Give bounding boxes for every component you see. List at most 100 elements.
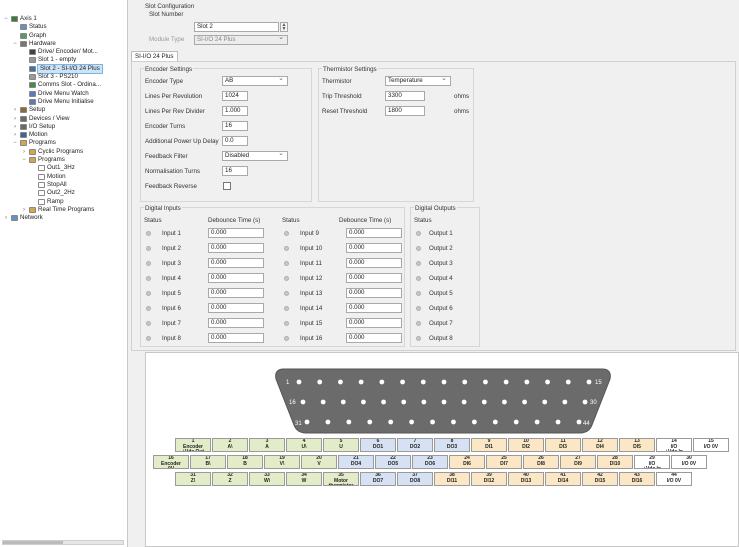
input-name: Input 11: [300, 260, 322, 267]
tree-item[interactable]: › I/O Setup: [0, 123, 127, 131]
tree-item[interactable]: Graph: [0, 32, 127, 40]
tree-item[interactable]: Slot 1 - empty: [0, 56, 127, 64]
debounce-time-input[interactable]: 0.000: [208, 318, 264, 328]
tree-horizontal-scrollbar[interactable]: [2, 540, 124, 545]
tree-item[interactable]: Comms Slot - Ordina...: [0, 81, 127, 89]
tree-item[interactable]: Drive/ Encoder/ Mot...: [0, 48, 127, 56]
debounce-time-input[interactable]: 0.000: [208, 243, 264, 253]
expand-icon[interactable]: ›: [12, 115, 18, 123]
debounce-time-input[interactable]: 0.000: [208, 288, 264, 298]
input-name: Input 12: [300, 275, 323, 282]
pin-function: A: [265, 443, 269, 450]
debounce-time-input[interactable]: 0.000: [208, 333, 264, 343]
encoder-dropdown[interactable]: AB: [222, 76, 288, 86]
debounce-time-input[interactable]: 0.000: [346, 333, 402, 343]
pin-function: DO5: [387, 460, 399, 467]
debounce-time-input[interactable]: 0.000: [208, 258, 264, 268]
input-status-led: [146, 231, 151, 236]
pin-function: Encoder +Vdc Out: [182, 443, 204, 451]
module-type-label: Module Type: [149, 36, 185, 43]
expand-icon[interactable]: ›: [12, 123, 18, 131]
pin-cell: 4 U\: [286, 438, 322, 452]
connector-pin: [462, 379, 468, 385]
encoder-input[interactable]: 16: [222, 121, 248, 131]
connector-pin: [545, 379, 550, 385]
tree-item[interactable]: Drive Menu Watch: [0, 90, 127, 98]
tree-item[interactable]: › Devices / View: [0, 115, 127, 123]
output-name: Output 7: [429, 320, 453, 327]
collapse-icon[interactable]: −: [12, 139, 18, 147]
thermistor-input[interactable]: 3300: [385, 91, 425, 101]
project-tree[interactable]: − Axis 1 Status Graph − Hardware Drive/ Encode…: [0, 0, 128, 547]
collapse-icon[interactable]: −: [12, 40, 18, 48]
encoder-dropdown[interactable]: Disabled: [222, 151, 288, 161]
tree-item[interactable]: Slot 2 - SI-I/O 24 Plus: [0, 63, 127, 75]
tree-item[interactable]: Drive Menu Initialise: [0, 98, 127, 106]
debounce-time-input[interactable]: 0.000: [208, 303, 264, 313]
tree-item[interactable]: StopAll: [0, 181, 127, 189]
tree-item[interactable]: Status: [0, 23, 127, 31]
debounce-time-input[interactable]: 0.000: [346, 303, 402, 313]
expand-icon[interactable]: ›: [12, 131, 18, 139]
thermistor-input[interactable]: 1800: [385, 106, 425, 116]
tree-item[interactable]: − Programs: [0, 139, 127, 147]
tree-item[interactable]: Ramp: [0, 198, 127, 206]
tree-item[interactable]: Out2_2Hz: [0, 189, 127, 197]
slot-number-spinner[interactable]: ▲ ▼: [280, 22, 288, 32]
hardware-icon: [20, 40, 27, 47]
input-status-led: [146, 336, 151, 341]
feedback-reverse-checkbox[interactable]: [223, 182, 231, 190]
menu-watch-icon: [29, 90, 36, 97]
tree-item[interactable]: › Network: [0, 214, 127, 222]
tree-item[interactable]: Slot 3 - PS210: [0, 73, 127, 81]
input-status-led: [146, 261, 151, 266]
inputs-debounce-header-left: Debounce Time (s): [208, 217, 261, 224]
expand-icon[interactable]: ›: [21, 148, 27, 156]
input-name: Input 2: [162, 245, 181, 252]
pin-label-br: 44: [583, 421, 590, 427]
tab-si-io-24-plus[interactable]: SI-I/O 24 Plus: [131, 51, 178, 61]
thermistor-dropdown[interactable]: Temperature: [385, 76, 451, 86]
pin-function: DI2: [522, 443, 530, 450]
pin-function: DO8: [409, 477, 421, 484]
connector-pin: [421, 399, 427, 405]
expand-icon[interactable]: ›: [12, 106, 18, 114]
pin-function: DI14: [557, 477, 569, 484]
collapse-icon[interactable]: −: [21, 156, 27, 164]
encoder-input[interactable]: 16: [222, 166, 248, 176]
slot-icon: [29, 57, 36, 64]
encoder-input[interactable]: 1024: [222, 91, 248, 101]
axis-icon: [11, 16, 18, 22]
output-name: Output 2: [429, 245, 453, 252]
pin-function: V\: [279, 460, 285, 467]
inputs-status-header-right: Status: [282, 217, 300, 224]
tree-item[interactable]: Out1_3Hz: [0, 164, 127, 172]
encoder-input[interactable]: 0.0: [222, 136, 248, 146]
expand-icon[interactable]: ›: [21, 206, 27, 214]
encoder-input[interactable]: 1.000: [222, 106, 248, 116]
debounce-time-input[interactable]: 0.000: [346, 318, 402, 328]
connector-pin: [420, 379, 426, 385]
pin-cell: 31 Z\: [175, 472, 211, 486]
tree-item[interactable]: › Real Time Programs: [0, 206, 127, 214]
debounce-time-input[interactable]: 0.000: [346, 288, 402, 298]
slot-number-input[interactable]: Slot 2: [194, 22, 279, 32]
debounce-time-input[interactable]: 0.000: [346, 243, 402, 253]
tree-item[interactable]: − Hardware: [0, 40, 127, 48]
debounce-time-input[interactable]: 0.000: [346, 258, 402, 268]
tree-item[interactable]: › Setup: [0, 106, 127, 114]
scrollbar-thumb[interactable]: [3, 541, 63, 544]
tree-item[interactable]: › Motion: [0, 131, 127, 139]
expand-icon[interactable]: ›: [3, 214, 9, 222]
debounce-time-input[interactable]: 0.000: [208, 228, 264, 238]
collapse-icon[interactable]: −: [3, 15, 9, 23]
debounce-time-input[interactable]: 0.000: [346, 228, 402, 238]
pin-function: B: [243, 460, 247, 467]
debounce-time-input[interactable]: 0.000: [208, 273, 264, 283]
tree-item[interactable]: − Programs: [0, 156, 127, 164]
tree-item[interactable]: Motion: [0, 173, 127, 181]
tree-item[interactable]: › Cyclic Programs: [0, 148, 127, 156]
connector-pin: [300, 399, 306, 405]
debounce-time-input[interactable]: 0.000: [346, 273, 402, 283]
tree-item[interactable]: − Axis 1: [0, 15, 127, 23]
